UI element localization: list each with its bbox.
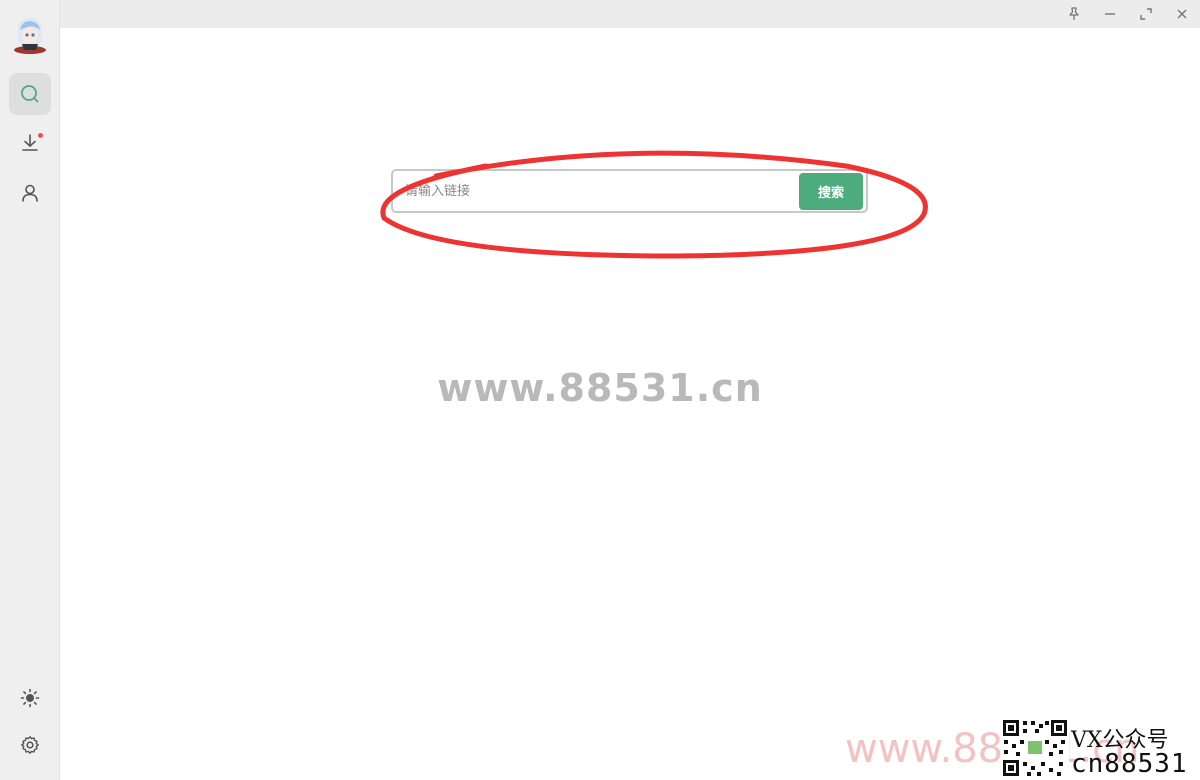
qr-code-icon [1001,718,1069,778]
avatar[interactable] [12,14,48,56]
watermark-cn-label: cn88531 [1071,749,1188,779]
pin-icon [1069,7,1079,20]
minimize-icon [1105,13,1115,15]
app-window: 搜索 www.88531.cn www.88531.cn VX公众号 cn885… [0,0,1200,780]
nav-user[interactable] [9,172,51,214]
maximize-icon [1140,8,1152,20]
download-icon [22,134,38,151]
close-icon [1177,9,1187,19]
pin-button[interactable] [1063,4,1085,24]
close-button[interactable] [1171,4,1193,24]
search-icon [21,85,39,103]
user-icon [22,184,38,202]
nav-search[interactable] [9,73,51,115]
nav-download[interactable] [9,122,51,164]
sun-icon [20,688,40,708]
gear-icon [21,736,39,754]
title-bar [60,0,1200,28]
minimize-button[interactable] [1099,4,1121,24]
nav-theme[interactable] [9,677,51,719]
nav-settings[interactable] [9,724,51,766]
notification-badge [38,133,43,138]
link-input[interactable] [403,178,793,204]
search-bar: 搜索 [391,169,868,213]
watermark-url: www.88531.cn [437,366,763,410]
search-button[interactable]: 搜索 [799,173,863,210]
maximize-button[interactable] [1135,4,1157,24]
